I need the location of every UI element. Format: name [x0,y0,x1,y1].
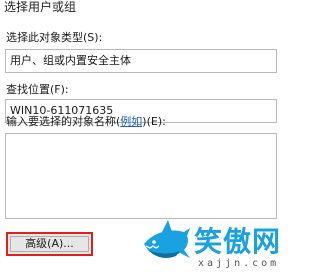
object-type-field: 用户、组或内置安全主体 [5,49,277,73]
dialog-title: 选择用户或组 [4,0,77,14]
advanced-button-label: 高级(A)... [10,236,89,252]
object-type-label-text: 选择此对象类型 [6,31,83,44]
object-type-label: 选择此对象类型(S): [6,31,102,45]
object-names-input[interactable] [5,133,277,219]
location-label: 查找位置(F): [6,83,69,97]
object-names-label-prefix: 输入要选择的对象名称( [6,115,121,128]
advanced-button[interactable]: 高级(A)... [6,232,93,256]
watermark-brand: 笑傲网 [194,225,282,258]
location-label-text: 查找位置 [6,83,50,96]
examples-link[interactable]: 例如 [120,115,142,128]
shark-icon [144,220,190,258]
object-names-label-suffix: )(E): [142,115,166,128]
select-users-or-groups-dialog: 选择用户或组 选择此对象类型(S): 用户、组或内置安全主体 查找位置(F): … [0,0,285,272]
object-type-hotkey: (S): [83,31,103,44]
object-names-label: 输入要选择的对象名称(例如)(E): [6,115,166,129]
location-hotkey: (F): [50,83,69,96]
watermark-domain: xajjn.com [198,258,280,269]
